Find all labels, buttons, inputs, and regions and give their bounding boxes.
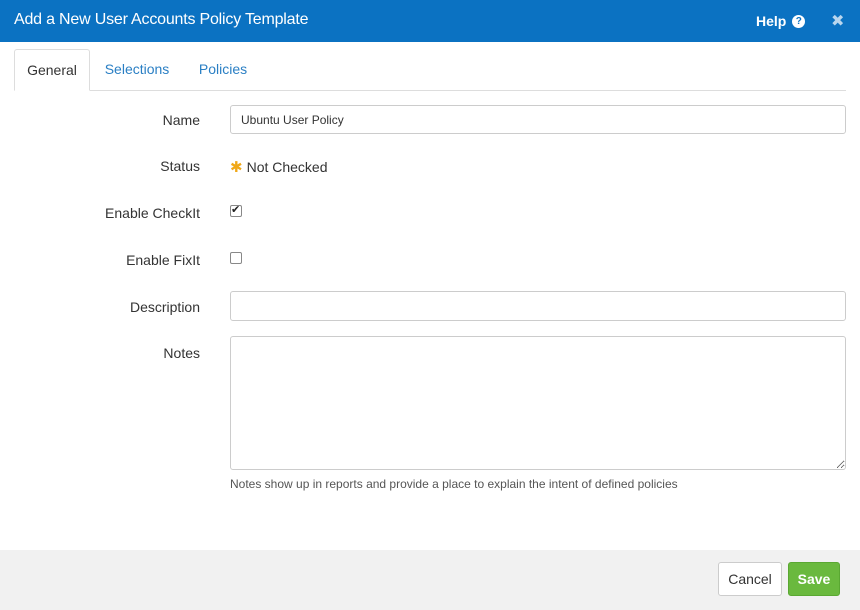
enable-checkit-label: Enable CheckIt xyxy=(105,205,200,221)
status-value: ✱ Not Checked xyxy=(230,158,328,176)
cancel-button[interactable]: Cancel xyxy=(718,562,782,596)
notes-label: Notes xyxy=(163,345,200,361)
tab-selections[interactable]: Selections xyxy=(102,49,172,90)
help-label: Help xyxy=(756,13,787,29)
enable-fixit-checkbox[interactable] xyxy=(230,252,242,264)
dialog-header: Add a New User Accounts Policy Template … xyxy=(0,0,860,42)
notes-hint: Notes show up in reports and provide a p… xyxy=(230,477,678,491)
dialog-title: Add a New User Accounts Policy Template xyxy=(14,11,309,28)
help-link[interactable]: Help ? xyxy=(756,13,806,29)
dialog-footer: Cancel Save xyxy=(0,550,860,610)
enable-checkit-checkbox[interactable] xyxy=(230,203,242,217)
status-label: Status xyxy=(160,158,200,174)
name-input[interactable] xyxy=(230,105,846,134)
enable-fixit-label: Enable FixIt xyxy=(126,252,200,268)
status-text: Not Checked xyxy=(246,159,328,175)
close-icon[interactable]: ✖ xyxy=(831,11,844,31)
notes-textarea[interactable] xyxy=(230,336,846,470)
tab-general[interactable]: General xyxy=(14,49,90,91)
name-label: Name xyxy=(162,112,200,128)
asterisk-icon: ✱ xyxy=(230,159,243,176)
tab-policies[interactable]: Policies xyxy=(196,49,250,90)
description-label: Description xyxy=(129,299,200,315)
save-button[interactable]: Save xyxy=(788,562,840,596)
tab-bar: General Selections Policies xyxy=(14,49,846,91)
description-input[interactable] xyxy=(230,291,846,321)
question-circle-icon: ? xyxy=(792,14,806,28)
